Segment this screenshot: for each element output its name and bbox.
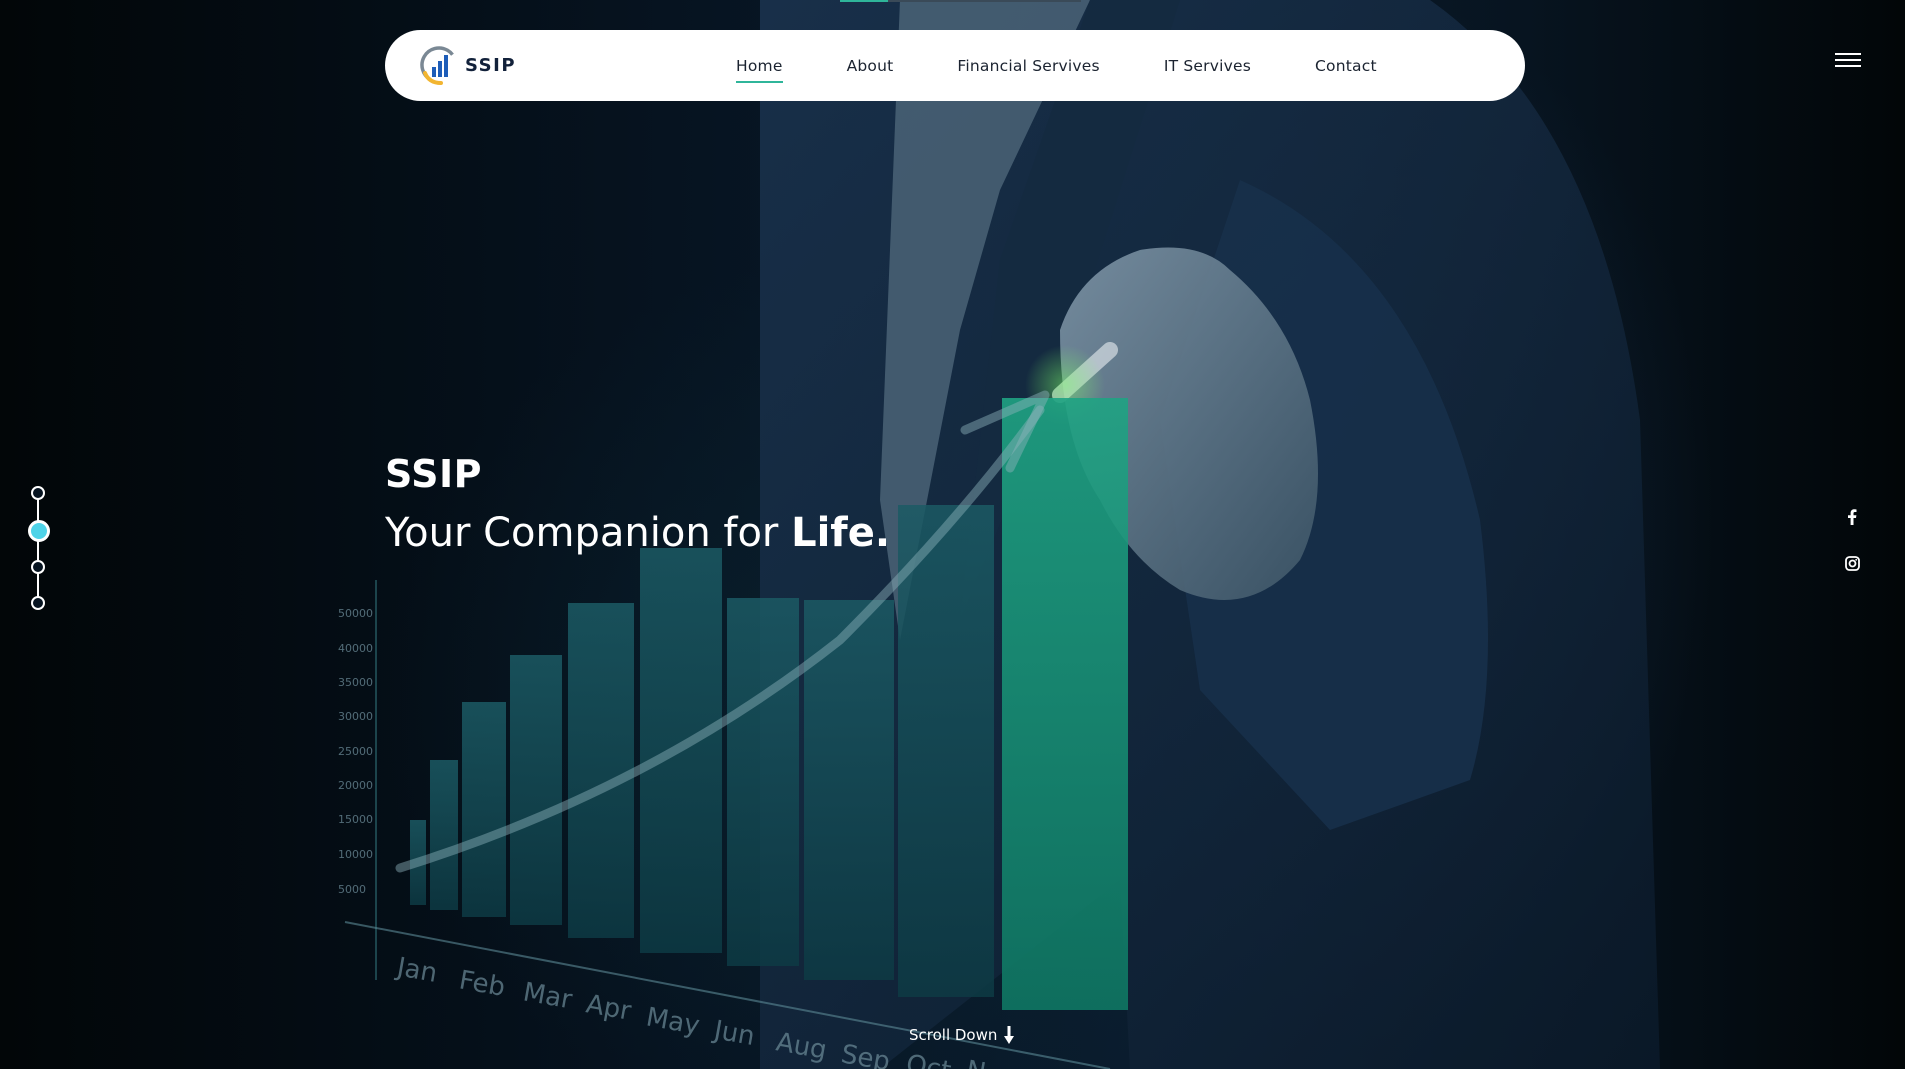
slide-dot-2-active[interactable] bbox=[28, 520, 50, 542]
bg-chart-y-tick: 10000 bbox=[338, 848, 373, 861]
bg-chart-month-label: Feb bbox=[457, 965, 508, 1003]
slide-pagination-line bbox=[37, 494, 39, 598]
bg-chart-month-label: May bbox=[644, 1002, 702, 1041]
bg-chart-y-tick: 50000 bbox=[338, 607, 373, 620]
bg-chart-y-tick: 40000 bbox=[338, 642, 373, 655]
bg-chart-month-label: Mar bbox=[521, 977, 575, 1015]
scroll-down-button[interactable]: Scroll Down bbox=[909, 1026, 1015, 1044]
slide-dot-1[interactable] bbox=[31, 486, 45, 500]
hero-title: SSIP bbox=[385, 452, 483, 496]
bg-chart-y-tick: 35000 bbox=[338, 676, 373, 689]
top-progress-accent bbox=[840, 0, 888, 2]
facebook-icon[interactable] bbox=[1842, 507, 1862, 527]
bg-chart-y-tick: 30000 bbox=[338, 710, 373, 723]
hamburger-menu-icon[interactable] bbox=[1835, 53, 1861, 69]
slide-pagination bbox=[27, 484, 50, 614]
bg-chart-month-label: Jun bbox=[710, 1015, 757, 1052]
brand[interactable]: SSIP bbox=[419, 42, 516, 88]
hero-subtitle-emphasis: Life. bbox=[791, 510, 891, 556]
hero-background-image: 50000 40000 35000 30000 25000 20000 15000 10000… bbox=[338, 0, 1660, 1069]
nav-contact[interactable]: Contact bbox=[1315, 57, 1377, 75]
navbar: SSIP Home About Financial Servives IT Se… bbox=[385, 30, 1525, 101]
instagram-icon[interactable] bbox=[1842, 553, 1862, 573]
nav-menu: Home About Financial Servives IT Servive… bbox=[736, 30, 1377, 101]
bg-chart-y-tick: 5000 bbox=[338, 883, 366, 896]
arrow-down-icon bbox=[1004, 1026, 1015, 1044]
hero-subtitle-prefix: Your Companion for bbox=[385, 510, 779, 556]
bar-chart-logo-icon bbox=[420, 46, 458, 85]
slide-dot-3[interactable] bbox=[31, 560, 45, 574]
scroll-down-label: Scroll Down bbox=[909, 1026, 998, 1044]
bg-chart-month-label: N bbox=[964, 1055, 988, 1069]
bg-chart-month-label: Jan bbox=[393, 952, 440, 989]
bg-chart-month-label: Oct bbox=[904, 1049, 953, 1069]
bg-chart-y-tick: 20000 bbox=[338, 779, 373, 792]
bg-chart-y-tick: 15000 bbox=[338, 813, 373, 826]
nav-financial-services[interactable]: Financial Servives bbox=[957, 57, 1099, 75]
nav-it-services[interactable]: IT Servives bbox=[1164, 57, 1251, 75]
bg-chart-y-tick: 25000 bbox=[338, 745, 373, 758]
nav-about[interactable]: About bbox=[847, 57, 894, 75]
bg-chart-month-label: Apr bbox=[584, 989, 634, 1026]
hero-subtitle: Your Companion for Life. bbox=[385, 510, 890, 556]
slide-dot-4[interactable] bbox=[31, 596, 45, 610]
page: 50000 40000 35000 30000 25000 20000 15000 10000… bbox=[0, 0, 1905, 1069]
nav-home[interactable]: Home bbox=[736, 57, 783, 83]
top-progress-track bbox=[888, 0, 1081, 2]
brand-name: SSIP bbox=[465, 54, 517, 76]
